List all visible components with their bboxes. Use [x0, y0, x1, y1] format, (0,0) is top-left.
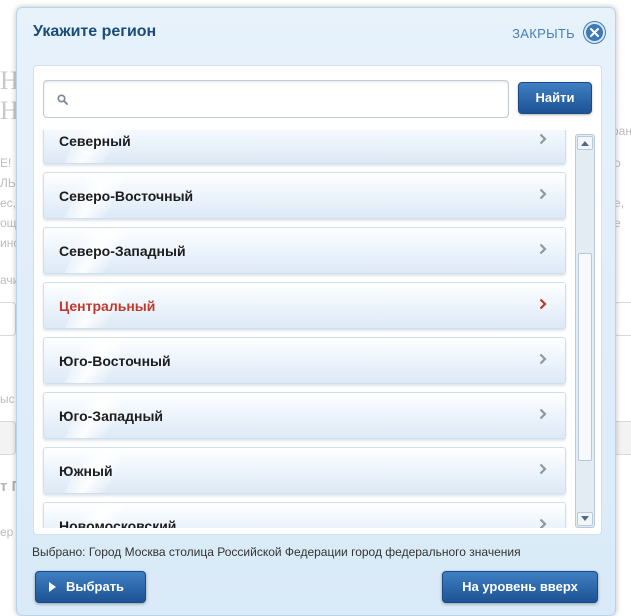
arrow-up-icon	[581, 141, 589, 146]
play-icon	[49, 582, 56, 592]
region-item[interactable]: Центральный	[43, 282, 566, 329]
selected-region-text: Выбрано: Город Москва столица Российской…	[32, 545, 521, 559]
bg-text-fragment: E!	[0, 156, 12, 170]
dialog-title: Укажите регион	[33, 23, 157, 40]
region-item-label: Юго-Западный	[59, 408, 164, 424]
chevron-right-icon	[539, 298, 547, 310]
chevron-right-icon	[539, 518, 547, 528]
chevron-right-icon	[539, 243, 547, 255]
close-icon[interactable]	[584, 22, 605, 43]
bg-input	[0, 302, 16, 336]
region-item[interactable]: Юго-Западный	[43, 392, 566, 439]
chevron-right-icon	[539, 408, 547, 420]
region-item-label: Юго-Восточный	[59, 353, 171, 369]
bg-text-fragment: ес,	[0, 196, 17, 210]
chevron-right-icon	[539, 188, 547, 200]
scroll-down-button[interactable]	[577, 512, 593, 526]
region-list-viewport: Северный Северо-Восточный Северо-Западный Ц…	[34, 130, 574, 528]
find-button[interactable]: Найти	[518, 82, 592, 114]
close-link[interactable]: ЗАКРЫТЬ	[512, 26, 575, 41]
region-item-label: Северный	[59, 133, 131, 149]
region-item[interactable]: Северный	[43, 130, 566, 164]
bg-text-fragment: ощ	[0, 216, 17, 230]
region-item-label: Южный	[59, 463, 113, 479]
scrollbar[interactable]	[575, 134, 595, 528]
bg-input	[614, 302, 631, 336]
search-input[interactable]	[76, 89, 496, 111]
region-list: Северный Северо-Восточный Северо-Западный Ц…	[43, 130, 566, 528]
region-item[interactable]: Юго-Восточный	[43, 337, 566, 384]
region-item[interactable]: Новомосковский	[43, 502, 566, 528]
select-button-label: Выбрать	[66, 579, 125, 594]
region-item-label: Новомосковский	[59, 518, 177, 528]
region-item-label: Северо-Западный	[59, 243, 186, 259]
arrow-down-icon	[581, 516, 589, 521]
chevron-right-icon	[539, 463, 547, 475]
scrollbar-thumb[interactable]	[578, 253, 592, 461]
level-up-button[interactable]: На уровень вверх	[442, 571, 598, 603]
scroll-up-button[interactable]	[577, 136, 593, 150]
bg-input	[0, 421, 16, 455]
region-item[interactable]: Северо-Западный	[43, 227, 566, 274]
chevron-right-icon	[539, 133, 547, 145]
bg-text-fragment: ыс	[0, 392, 15, 406]
region-item[interactable]: Северо-Восточный	[43, 172, 566, 219]
bg-text-fragment: ер	[0, 525, 14, 539]
search-icon	[57, 94, 68, 105]
search-field[interactable]	[43, 80, 509, 118]
chevron-right-icon	[539, 353, 547, 365]
select-button[interactable]: Выбрать	[35, 571, 146, 603]
region-item-label: Северо-Восточный	[59, 188, 194, 204]
region-dialog: Укажите регион ЗАКРЫТЬ Найти Северный Сев…	[16, 7, 616, 616]
bg-input	[614, 421, 631, 455]
region-item-label: Центральный	[59, 298, 156, 314]
region-panel: Найти Северный Северо-Восточный Северо-Зап…	[33, 65, 602, 535]
region-item[interactable]: Южный	[43, 447, 566, 494]
